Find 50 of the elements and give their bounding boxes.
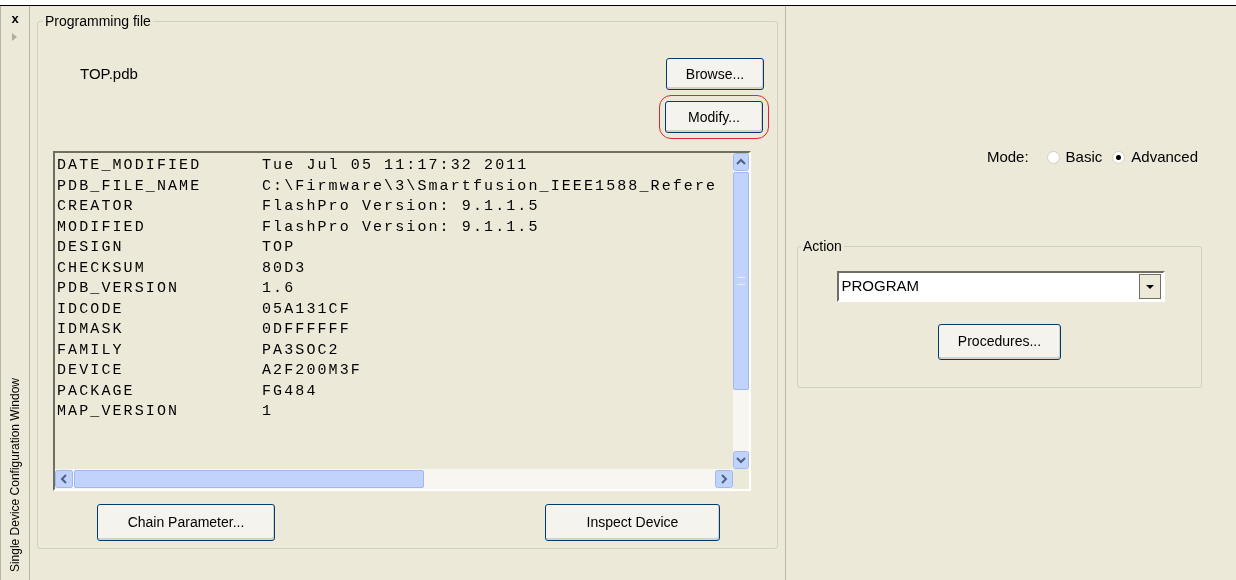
radio-label[interactable]: Advanced bbox=[1131, 146, 1198, 169]
property-name: DESIGN bbox=[57, 238, 125, 258]
property-name: PDB_VERSION bbox=[57, 279, 181, 299]
horizontal-scrollbar[interactable] bbox=[55, 469, 733, 489]
property-name: CHECKSUM bbox=[57, 258, 147, 279]
vertical-scrollbar[interactable] bbox=[733, 153, 749, 469]
scroll-down-icon[interactable] bbox=[733, 451, 749, 469]
property-value: C:\Firmware\3\Smartfusion_IEEE1588_Refere bbox=[262, 176, 718, 197]
mode-label: Mode: bbox=[986, 147, 1029, 167]
scroll-left-icon[interactable] bbox=[55, 470, 73, 488]
scroll-thumb[interactable] bbox=[74, 470, 424, 488]
radio-button[interactable] bbox=[1046, 150, 1060, 164]
button[interactable]: Modify... bbox=[665, 101, 763, 133]
radio-button[interactable] bbox=[1112, 150, 1126, 164]
property-name: MAP_VERSION bbox=[57, 402, 181, 422]
property-value: FlashPro Version: 9.1.1.5 bbox=[262, 217, 540, 238]
property-name: FAMILY bbox=[57, 340, 125, 361]
scroll-thumb[interactable] bbox=[733, 172, 749, 390]
property-name: DATE_MODIFIED bbox=[57, 156, 203, 176]
property-name: CREATOR bbox=[57, 197, 136, 217]
property-name: MODIFIED bbox=[57, 217, 147, 238]
property-name: IDCODE bbox=[57, 299, 125, 320]
property-name: DEVICE bbox=[57, 361, 125, 381]
property-name: PACKAGE bbox=[57, 381, 136, 402]
property-value: FG484 bbox=[262, 381, 318, 402]
button[interactable]: Chain Parameter... bbox=[97, 504, 275, 541]
radio-label[interactable]: Basic bbox=[1065, 146, 1103, 169]
property-value: 1 bbox=[262, 402, 274, 422]
property-value: Tue Jul 05 11:17:32 2011 bbox=[262, 156, 529, 176]
close-button[interactable]: x bbox=[11, 12, 19, 25]
scroll-up-icon[interactable] bbox=[733, 153, 749, 171]
action-dropdown[interactable]: PROGRAM bbox=[836, 270, 1165, 302]
button[interactable]: Browse... bbox=[666, 58, 764, 90]
property-value: 80D3 bbox=[262, 258, 307, 279]
button[interactable]: Procedures... bbox=[938, 323, 1061, 360]
scroll-right-icon[interactable] bbox=[715, 470, 733, 488]
property-value: 1.6 bbox=[262, 279, 296, 299]
file-name: TOP.pdb bbox=[80, 63, 138, 84]
property-name: IDMASK bbox=[57, 320, 125, 340]
property-name: PDB_FILE_NAME bbox=[57, 176, 203, 197]
property-value: A2F200M3F bbox=[262, 361, 362, 381]
property-value: TOP bbox=[262, 238, 296, 258]
property-value: 05A131CF bbox=[262, 299, 351, 320]
property-value: 0DFFFFFF bbox=[262, 320, 351, 340]
property-value: PA3SOC2 bbox=[262, 340, 340, 361]
button[interactable]: Inspect Device bbox=[545, 504, 720, 541]
property-value: FlashPro Version: 9.1.1.5 bbox=[262, 197, 540, 217]
panel-title: Single Device Configuration Window bbox=[7, 377, 23, 572]
group-title: Programming file bbox=[43, 12, 153, 30]
expand-arrow-icon bbox=[12, 33, 18, 41]
